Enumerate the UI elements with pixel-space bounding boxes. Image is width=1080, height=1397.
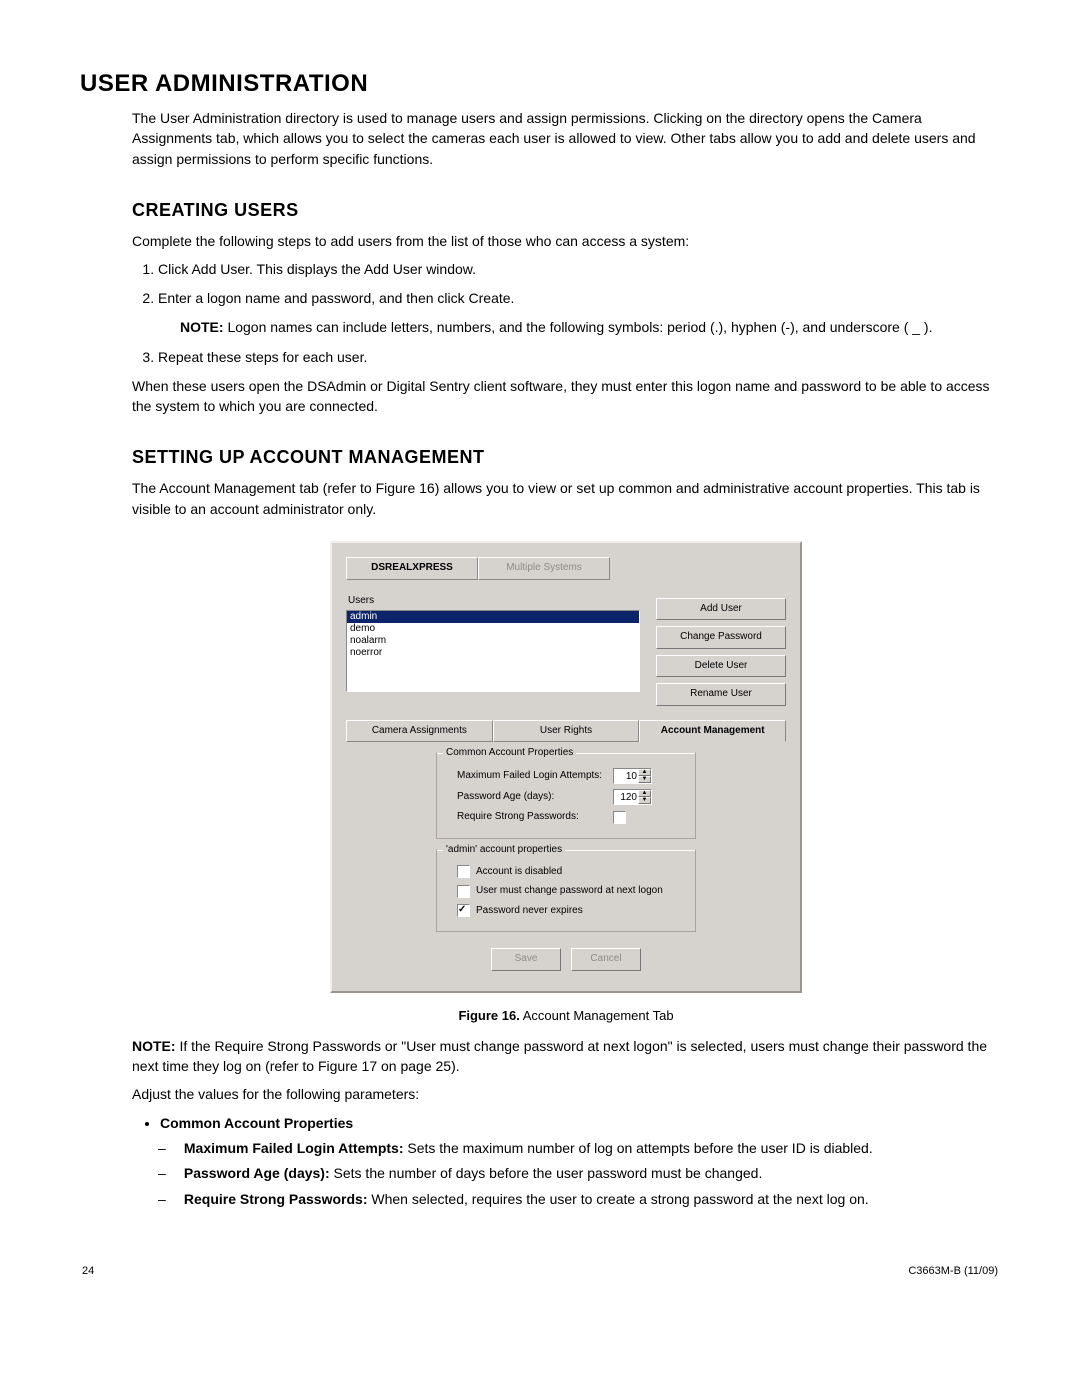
subbullet-password-age: Password Age (days): Sets the number of … [180, 1163, 1000, 1183]
max-failed-login-input[interactable] [614, 769, 638, 783]
section-creating-users: CREATING USERS [132, 197, 1000, 223]
list-item[interactable]: demo [347, 623, 639, 635]
list-item[interactable]: noalarm [347, 635, 639, 647]
acct-intro: The Account Management tab (refer to Fig… [132, 478, 1000, 519]
tab-user-rights[interactable]: User Rights [493, 720, 640, 743]
subbullet-require-strong: Require Strong Passwords: When selected,… [180, 1189, 1000, 1209]
bullet-common-account-properties: Common Account Properties Maximum Failed… [160, 1113, 1000, 1209]
users-label: Users [348, 594, 640, 609]
footer-page-number: 24 [82, 1265, 94, 1277]
password-age-input[interactable] [614, 790, 638, 804]
conn-tab-active[interactable]: DSREALXPRESS [346, 557, 478, 580]
step-2-note: NOTE: Logon names can include letters, n… [180, 318, 1000, 338]
adjust-intro: Adjust the values for the following para… [132, 1084, 1000, 1104]
must-change-password-label: User must change password at next logon [476, 884, 663, 899]
fieldset-admin-account-properties: 'admin' account properties Account is di… [436, 849, 696, 933]
must-change-password-checkbox[interactable] [457, 885, 470, 898]
step-2: Enter a logon name and password, and the… [158, 288, 1000, 338]
figure-caption: Figure 16. Account Management Tab [132, 1007, 1000, 1026]
fieldset-common-account-properties: Common Account Properties Maximum Failed… [436, 752, 696, 839]
tab-row: Camera Assignments User Rights Account M… [346, 720, 786, 743]
password-age-spinner[interactable]: ▲ ▼ [613, 789, 652, 805]
password-age-label: Password Age (days): [457, 790, 607, 805]
spinner-up-icon[interactable]: ▲ [638, 790, 651, 797]
legend-common: Common Account Properties [443, 746, 576, 761]
spinner-down-icon[interactable]: ▼ [638, 797, 651, 804]
note-strong-passwords: NOTE: If the Require Strong Passwords or… [132, 1036, 1000, 1077]
screenshot-window: DSREALXPRESS Multiple Systems Users admi… [330, 541, 802, 993]
intro-paragraph: The User Administration directory is use… [132, 108, 1000, 169]
save-button[interactable]: Save [491, 948, 561, 971]
steps-list: Click Add User. This displays the Add Us… [132, 259, 1000, 367]
require-strong-passwords-label: Require Strong Passwords: [457, 810, 607, 825]
list-item[interactable]: noerror [347, 647, 639, 659]
tab-camera-assignments[interactable]: Camera Assignments [346, 720, 493, 743]
connection-tabs: DSREALXPRESS Multiple Systems [346, 557, 786, 580]
spinner-down-icon[interactable]: ▼ [638, 776, 651, 783]
delete-user-button[interactable]: Delete User [656, 655, 786, 678]
tab-account-management[interactable]: Account Management [639, 720, 786, 743]
section-account-management: SETTING UP ACCOUNT MANAGEMENT [132, 444, 1000, 470]
subbullet-max-failed: Maximum Failed Login Attempts: Sets the … [180, 1138, 1000, 1158]
spinner-up-icon[interactable]: ▲ [638, 769, 651, 776]
max-failed-login-spinner[interactable]: ▲ ▼ [613, 768, 652, 784]
account-disabled-checkbox[interactable] [457, 865, 470, 878]
footer-doc-id: C3663M-B (11/09) [908, 1265, 998, 1277]
rename-user-button[interactable]: Rename User [656, 683, 786, 706]
step-1: Click Add User. This displays the Add Us… [158, 259, 1000, 279]
account-disabled-label: Account is disabled [476, 865, 562, 880]
cancel-button[interactable]: Cancel [571, 948, 641, 971]
conn-tab-multiple-systems[interactable]: Multiple Systems [478, 557, 610, 580]
legend-admin: 'admin' account properties [443, 843, 565, 858]
step-3: Repeat these steps for each user. [158, 347, 1000, 367]
users-listbox[interactable]: admin demo noalarm noerror [346, 610, 640, 692]
password-never-expires-checkbox[interactable] [457, 904, 470, 917]
change-password-button[interactable]: Change Password [656, 626, 786, 649]
after-steps-paragraph: When these users open the DSAdmin or Dig… [132, 376, 1000, 417]
password-never-expires-label: Password never expires [476, 904, 583, 919]
list-item[interactable]: admin [347, 611, 639, 623]
max-failed-login-label: Maximum Failed Login Attempts: [457, 769, 607, 784]
add-user-button[interactable]: Add User [656, 598, 786, 621]
require-strong-passwords-checkbox[interactable] [613, 811, 626, 824]
page-title: USER ADMINISTRATION [80, 70, 1000, 98]
steps-intro: Complete the following steps to add user… [132, 231, 1000, 251]
